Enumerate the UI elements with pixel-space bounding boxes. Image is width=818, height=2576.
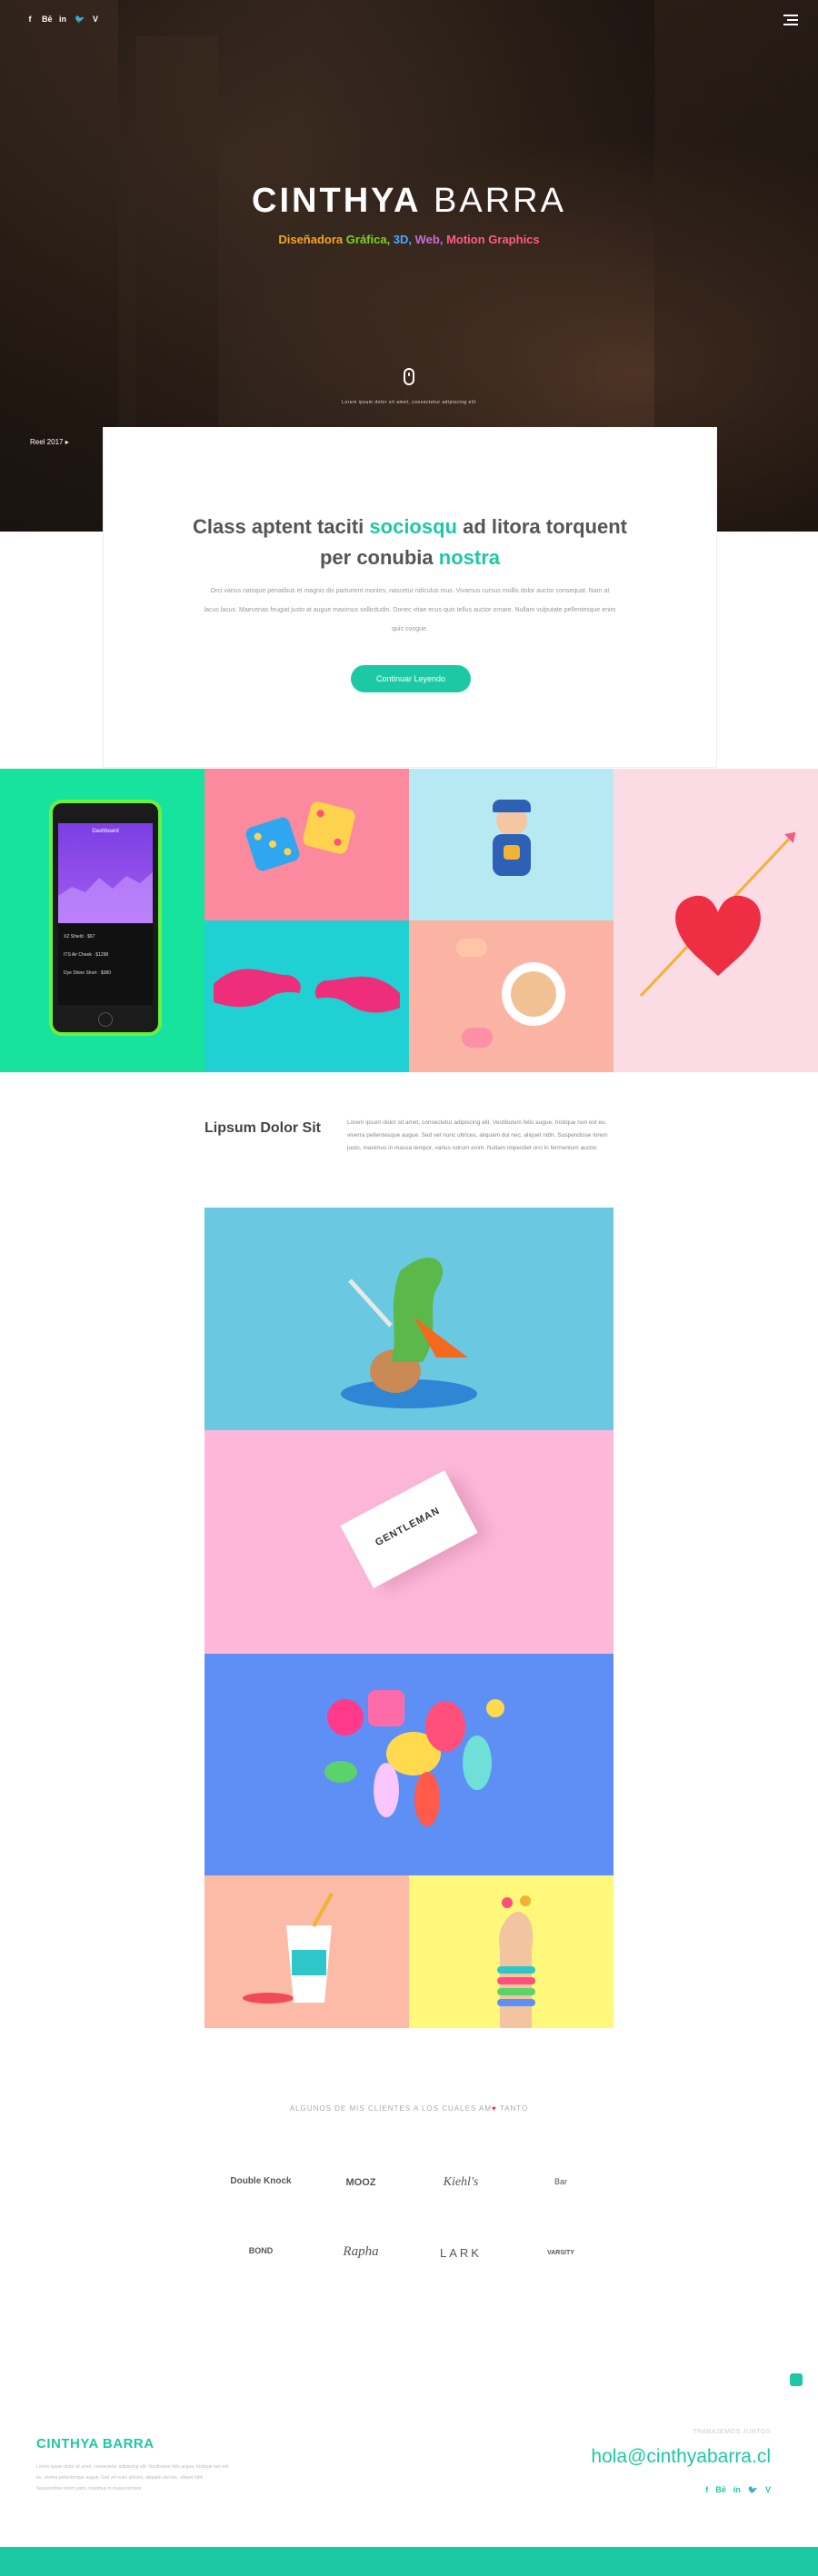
coffee bbox=[511, 971, 556, 1017]
portfolio-item-warrior[interactable] bbox=[204, 1208, 614, 1430]
intro-card: Class aptent taciti sociosqu ad litora t… bbox=[103, 427, 717, 768]
phone-screen: Dashboard XZ Shield · $67 ITS Air Cheek … bbox=[58, 823, 153, 1005]
bottom-bar bbox=[0, 2547, 818, 2576]
phone-home-button bbox=[98, 1012, 113, 1027]
client-logo: Rapha bbox=[343, 2244, 379, 2259]
macaron bbox=[462, 1028, 493, 1048]
clients-title: ALGUNOS DE MIS CLIENTES A LOS CUALES AM♥… bbox=[289, 2104, 529, 2113]
toy-hat bbox=[493, 800, 531, 812]
dice-image bbox=[244, 815, 302, 873]
hero-title: CINTHYA BARRA bbox=[252, 182, 566, 220]
client-logo: VARSITY bbox=[547, 2250, 574, 2256]
grid-tile-heart[interactable] bbox=[614, 769, 818, 1072]
bracelet-hand-image bbox=[497, 1895, 535, 2028]
hero-social-links: f Bē in 🐦 V bbox=[25, 15, 100, 25]
continue-reading-button[interactable]: Continuar Leyendo bbox=[351, 665, 471, 692]
floating-shapes-image bbox=[324, 1690, 504, 1826]
client-logo: BOND bbox=[248, 2246, 274, 2255]
drink-cup-image bbox=[243, 1893, 334, 2004]
hero-caption: Lorem ipsum dolor sit amet, consectetur … bbox=[342, 400, 476, 405]
portfolio-item-hand[interactable] bbox=[409, 1875, 614, 2028]
hero-subtitle: Diseñadora Gráfica, 3D, Web, Motion Grap… bbox=[278, 233, 540, 246]
portfolio-item-shapes[interactable] bbox=[204, 1654, 614, 1875]
grid-tile-hands[interactable] bbox=[204, 920, 409, 1072]
macaron bbox=[456, 939, 487, 957]
lipsum-text: Lorem ipsum dolor sit amet, consectetur … bbox=[347, 1119, 608, 1151]
facebook-icon[interactable]: f bbox=[705, 2485, 708, 2495]
grid-tile-dice[interactable] bbox=[204, 769, 409, 920]
heart-arrow-image bbox=[639, 830, 797, 998]
grid-tile-toy[interactable] bbox=[409, 769, 614, 920]
vimeo-icon[interactable]: V bbox=[765, 2485, 771, 2495]
footer-email-link[interactable]: hola@cinthyabarra.cl bbox=[591, 2446, 771, 2468]
hamburger-menu-icon[interactable] bbox=[783, 15, 798, 28]
toy-belly bbox=[504, 845, 520, 860]
behance-icon[interactable]: Bē bbox=[42, 15, 53, 25]
scroll-mouse-icon[interactable] bbox=[404, 368, 414, 385]
portfolio-item-cup[interactable] bbox=[204, 1875, 409, 2028]
phone-area-chart bbox=[58, 872, 153, 923]
twitter-icon[interactable]: 🐦 bbox=[75, 15, 85, 25]
business-card: GENTLEMAN bbox=[340, 1470, 478, 1588]
hands-image bbox=[214, 969, 400, 1013]
intro-text: Orci varius natoque penatibus et magnis … bbox=[204, 588, 616, 632]
dice-image bbox=[301, 800, 357, 856]
footer-social-links: f Bē in 🐦 V bbox=[705, 2485, 771, 2495]
phone-row: ITS Air Cheek · $1298 bbox=[64, 952, 109, 958]
phone-image: Dashboard XZ Shield · $67 ITS Air Cheek … bbox=[49, 800, 162, 1036]
client-logo: Double Knock bbox=[230, 2176, 292, 2186]
page: f Bē in 🐦 V CINTHYA BARRA Diseñadora Grá… bbox=[0, 0, 818, 2576]
grid-tile-phone[interactable]: Dashboard XZ Shield · $67 ITS Air Cheek … bbox=[0, 769, 204, 1072]
phone-row: XZ Shield · $67 bbox=[64, 934, 95, 940]
image-grid: Dashboard XZ Shield · $67 ITS Air Cheek … bbox=[0, 769, 818, 1072]
portfolio-item-business-card[interactable]: GENTLEMAN bbox=[204, 1430, 614, 1654]
floating-action-button[interactable] bbox=[790, 2373, 803, 2386]
twitter-icon[interactable]: 🐦 bbox=[748, 2485, 758, 2495]
phone-row: Dye Shine Short · $380 bbox=[64, 970, 111, 976]
phone-chart: Dashboard bbox=[58, 823, 153, 923]
linkedin-icon[interactable]: in bbox=[733, 2485, 741, 2495]
warrior-image bbox=[341, 1258, 477, 1408]
client-logo: MOOZ bbox=[345, 2177, 376, 2188]
grid-tile-coffee[interactable] bbox=[409, 920, 614, 1072]
client-logo: Kiehl's bbox=[443, 2175, 479, 2189]
client-logo: Bar bbox=[554, 2177, 567, 2186]
footer-label: TRABAJEMOS JUNTOS bbox=[693, 2429, 771, 2435]
behance-icon[interactable]: Bē bbox=[715, 2485, 726, 2495]
business-card-brand: GENTLEMAN bbox=[374, 1505, 443, 1549]
linkedin-icon[interactable]: in bbox=[58, 15, 67, 25]
client-logo: LARK bbox=[440, 2246, 482, 2260]
footer-logo[interactable]: CINTHYA BARRA bbox=[36, 2436, 155, 2452]
intro-title: Class aptent taciti sociosqu ad litora t… bbox=[193, 515, 627, 569]
facebook-icon[interactable]: f bbox=[25, 15, 35, 25]
footer-text: Lorem ipsum dolor sit amet, consectetur … bbox=[36, 2464, 229, 2491]
lipsum-title: Lipsum Dolor Sit bbox=[204, 1120, 321, 1136]
reel-link[interactable]: Reel 2017 ▸ bbox=[30, 438, 69, 446]
vimeo-icon[interactable]: V bbox=[91, 15, 100, 25]
